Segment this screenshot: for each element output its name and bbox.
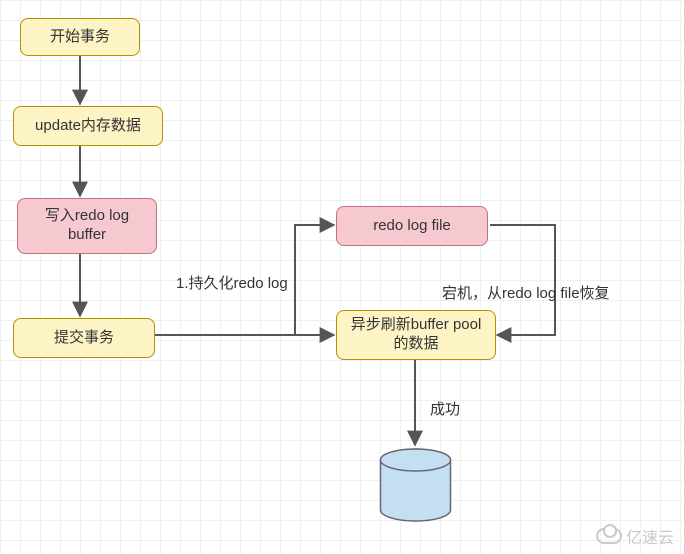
cloud-icon — [596, 528, 622, 544]
node-start-transaction: 开始事务 — [20, 18, 140, 56]
node-write-redo-log-buffer: 写入redo log buffer — [17, 198, 157, 254]
node-async-flush-buffer-pool: 异步刷新buffer pool的数据 — [336, 310, 496, 360]
edge-label-persist-redo-log: 1.持久化redo log — [176, 272, 288, 293]
watermark: 亿速云 — [596, 524, 674, 548]
node-update-memory: update内存数据 — [13, 106, 163, 146]
database-cylinder-icon — [378, 448, 453, 528]
flow-connectors — [0, 0, 684, 554]
watermark-text: 亿速云 — [626, 524, 674, 548]
node-redo-log-file: redo log file — [336, 206, 488, 246]
edge-label-success: 成功 — [430, 398, 460, 419]
edge-label-crash-recover: 宕机，从redo log file恢复 — [442, 282, 610, 303]
node-commit-transaction: 提交事务 — [13, 318, 155, 358]
